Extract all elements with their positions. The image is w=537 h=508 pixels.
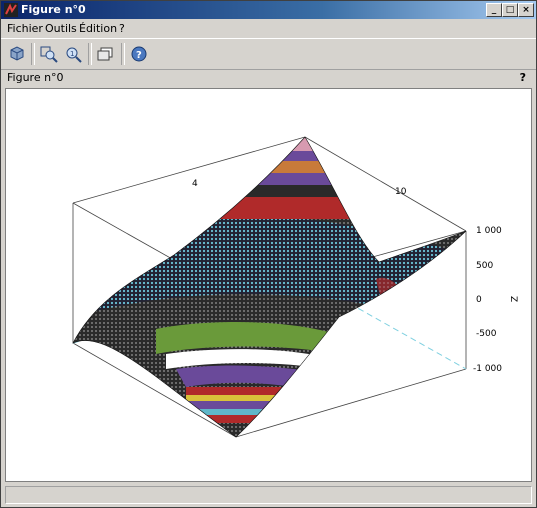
z-tick-label: -500 — [476, 329, 497, 339]
figure-help-button[interactable]: ? — [520, 71, 526, 84]
toolbar-separator — [31, 43, 35, 65]
close-button[interactable]: × — [518, 3, 534, 17]
menu-help[interactable]: ? — [119, 22, 125, 35]
svg-text:?: ? — [136, 50, 142, 61]
surface-plot: 4 2 10 1 000 500 0 -500 -1 000 Z — [72, 136, 518, 438]
menu-outils[interactable]: Outils — [45, 22, 77, 35]
svg-text:1: 1 — [70, 50, 74, 58]
zoom-icon[interactable] — [39, 44, 59, 64]
scilab-app-icon — [4, 3, 18, 17]
toolbar: 1 ? — [1, 38, 536, 70]
surface-mesh — [73, 137, 466, 437]
plot-canvas[interactable]: 4 2 10 1 000 500 0 -500 -1 000 Z — [5, 88, 532, 482]
rotate-3d-icon[interactable] — [7, 44, 27, 64]
window-title: Figure n°0 — [21, 3, 86, 16]
menu-fichier[interactable]: Fichier — [7, 22, 43, 35]
toolbar-separator — [88, 43, 92, 65]
z-tick-label: -1 000 — [473, 364, 502, 374]
z-tick-label: 0 — [476, 295, 482, 305]
z-tick-label: 500 — [476, 261, 493, 271]
z-axis-label: Z — [508, 296, 518, 302]
help-icon[interactable]: ? — [129, 44, 149, 64]
axis-tick-label: 2 — [228, 199, 234, 209]
z-tick-label: 1 000 — [476, 226, 502, 236]
menu-bar: Fichier Outils Édition ? — [1, 20, 536, 37]
maximize-button[interactable]: □ — [502, 3, 518, 17]
axis-tick-label: 10 — [395, 187, 407, 197]
figure-label: Figure n°0 — [7, 71, 64, 84]
toolbar-separator — [121, 43, 125, 65]
figure-label-row: Figure n°0 ? — [1, 70, 536, 86]
zoom-reset-icon[interactable]: 1 — [63, 44, 83, 64]
menu-edition[interactable]: Édition — [79, 22, 117, 35]
figure-window: Figure n°0 _ □ × Fichier Outils Édition … — [0, 0, 537, 508]
status-bar — [5, 486, 532, 504]
minimize-button[interactable]: _ — [486, 3, 502, 17]
title-bar[interactable]: Figure n°0 _ □ × — [1, 1, 536, 19]
new-window-icon[interactable] — [95, 44, 115, 64]
axis-tick-label: 4 — [192, 179, 198, 189]
